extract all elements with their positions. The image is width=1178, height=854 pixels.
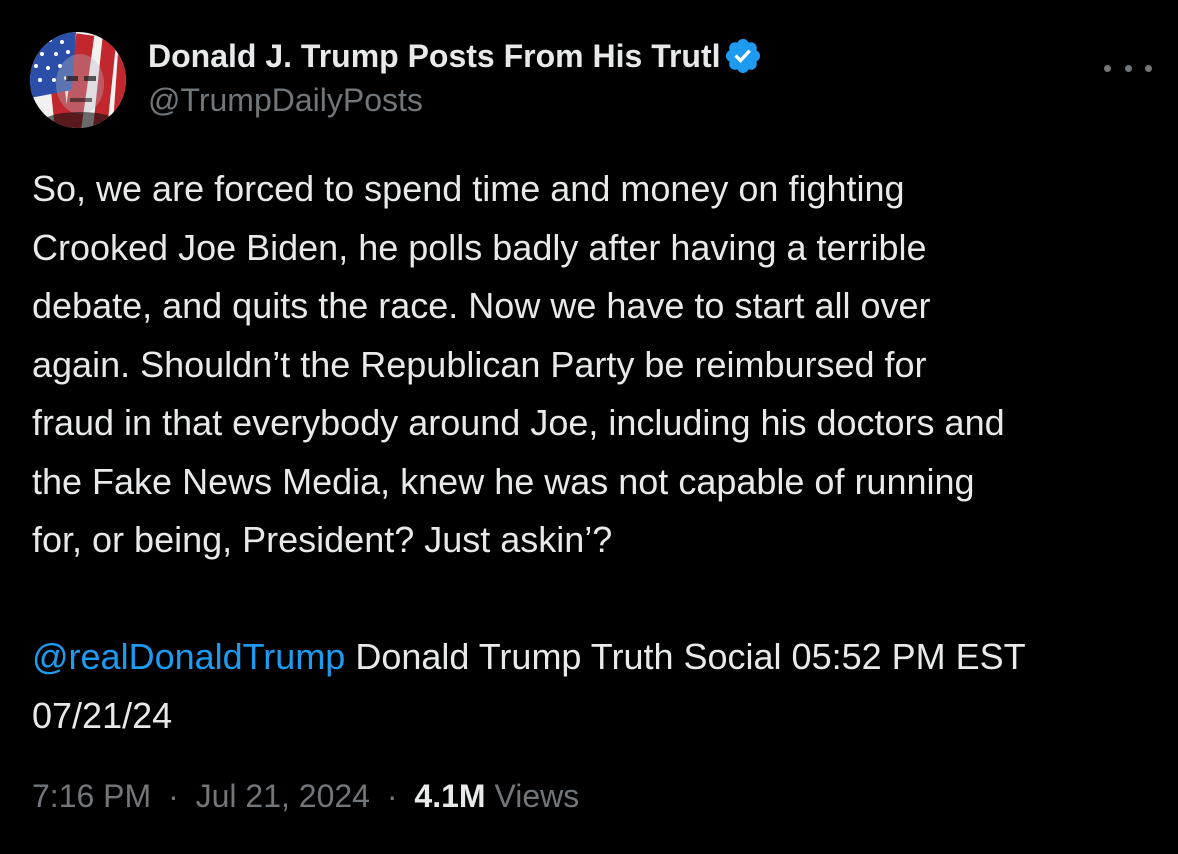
post-text-line: fraud in that everybody around Joe, incl…	[32, 402, 1005, 443]
post-text-line: Crooked Joe Biden, he polls badly after …	[32, 226, 927, 268]
american-flag-portrait-icon	[30, 32, 126, 128]
post-text: So, we are forced to spend time and mone…	[32, 160, 1167, 745]
author-name-row: Donald J. Trump Posts From His Trutl	[148, 34, 828, 78]
avatar[interactable]	[30, 32, 126, 128]
post-meta: 7:16 PM · Jul 21, 2024 · 4.1M Views	[32, 778, 579, 815]
author-handle[interactable]: @TrumpDailyPosts	[148, 82, 423, 119]
source-date: 07/21/24	[32, 694, 173, 736]
verified-badge-icon[interactable]	[723, 36, 763, 76]
mention-link[interactable]: @realDonaldTrump	[32, 636, 345, 677]
source-text: Donald Trump Truth Social 05:52 PM EST	[345, 636, 1026, 677]
post-date[interactable]: Jul 21, 2024	[196, 778, 370, 814]
meta-separator: ·	[386, 778, 398, 814]
post-text-line: the Fake News Media, knew he was not cap…	[32, 460, 975, 502]
tweet: Donald J. Trump Posts From His Trutl @Tr…	[0, 0, 1178, 854]
more-options-icon[interactable]	[1104, 58, 1152, 78]
dot	[1145, 64, 1152, 72]
views-count[interactable]: 4.1M	[414, 778, 485, 814]
source-line: @realDonaldTrump Donald Trump Truth Soci…	[32, 628, 1167, 687]
dot	[1104, 64, 1111, 72]
post-text-line: So, we are forced to spend time and mone…	[32, 168, 905, 209]
post-time[interactable]: 7:16 PM	[32, 778, 151, 814]
views-label: Views	[485, 778, 580, 814]
meta-separator: ·	[168, 778, 179, 814]
post-text-line: debate, and quits the race. Now we have …	[32, 285, 931, 326]
post-text-line: for, or being, President? Just askin’?	[32, 519, 613, 560]
dot	[1124, 64, 1132, 72]
author-display-name[interactable]: Donald J. Trump Posts From His Trutl	[148, 38, 721, 75]
post-text-line: again. Shouldn’t the Republican Party be…	[32, 343, 927, 385]
